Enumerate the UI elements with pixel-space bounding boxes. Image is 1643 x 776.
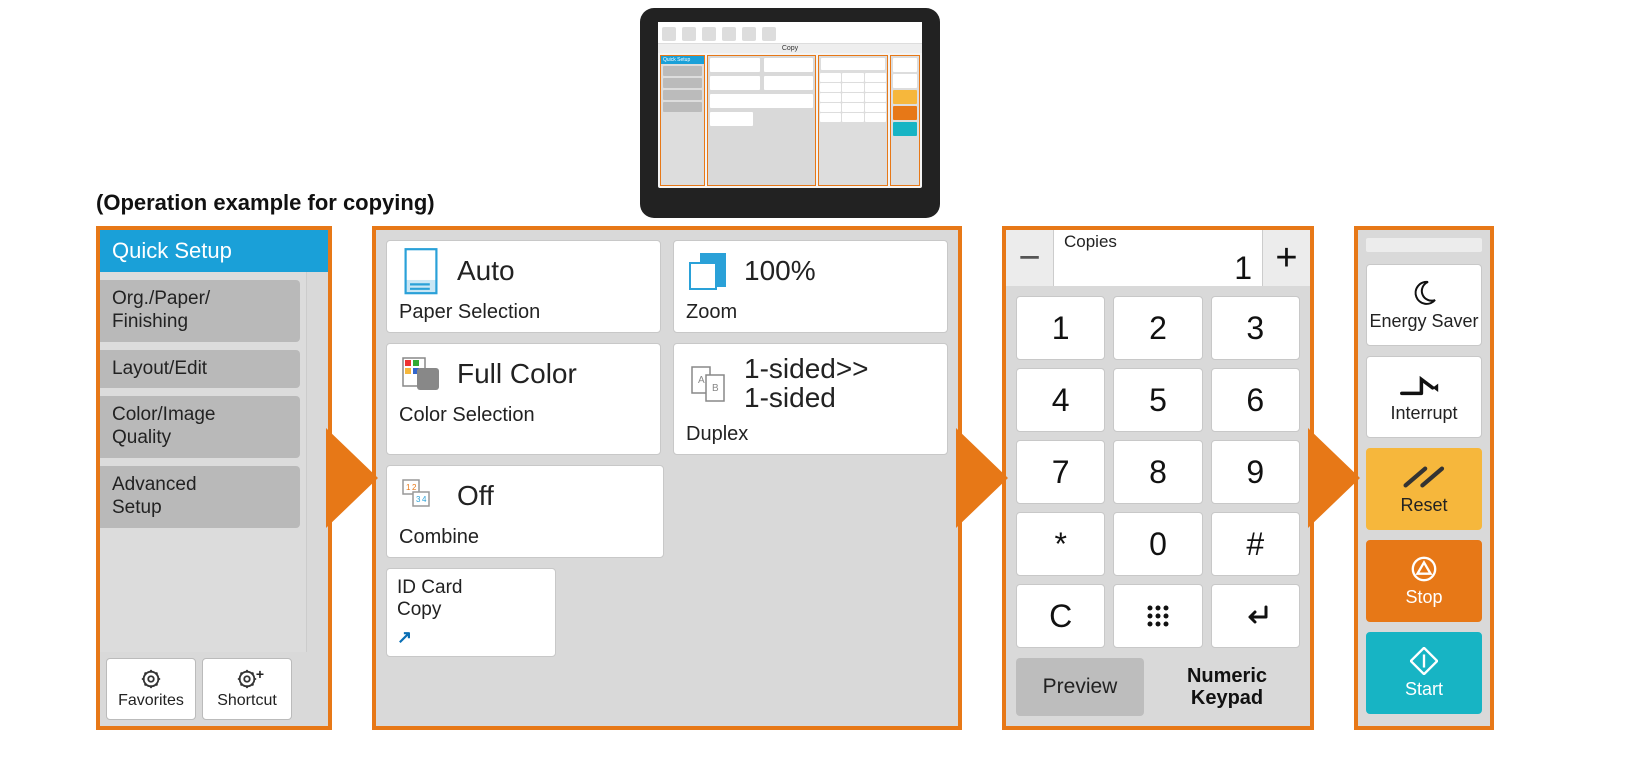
arrow-separator-1: [326, 226, 378, 730]
svg-text:B: B: [712, 383, 719, 394]
key-clear[interactable]: C: [1016, 584, 1105, 648]
tablet-screen: Copy Quick Setup: [658, 22, 922, 188]
tile-paper-selection[interactable]: Auto Paper Selection: [386, 240, 661, 333]
plus-icon: +: [256, 666, 264, 682]
copies-plus-button[interactable]: +: [1262, 230, 1310, 286]
reset-label: Reset: [1400, 495, 1447, 516]
key-star[interactable]: *: [1016, 512, 1105, 576]
zoom-icon: [686, 251, 730, 291]
keypad-panel: − Copies 1 + 1 2 3 4 5 6 7 8 9 * 0 # C: [1002, 226, 1314, 730]
copies-minus-button[interactable]: −: [1006, 230, 1054, 286]
duplex-value: 1-sided>> 1-sided: [744, 354, 869, 413]
key-6[interactable]: 6: [1211, 368, 1300, 432]
interrupt-button[interactable]: Interrupt: [1366, 356, 1482, 438]
tile-idcard-copy[interactable]: ID Card Copy ↗: [386, 568, 556, 657]
numeric-keypad-label: Numeric Keypad: [1154, 658, 1300, 716]
numeric-keypad: 1 2 3 4 5 6 7 8 9 * 0 # C: [1006, 286, 1310, 658]
copies-value: 1: [1064, 252, 1252, 284]
interrupt-label: Interrupt: [1390, 403, 1457, 424]
reset-button[interactable]: Reset: [1366, 448, 1482, 530]
zoom-label: Zoom: [686, 301, 935, 324]
tile-duplex[interactable]: AB 1-sided>> 1-sided Duplex: [673, 343, 948, 455]
arrow-separator-2: [956, 226, 1008, 730]
svg-text:A: A: [698, 375, 705, 386]
start-button[interactable]: Start: [1366, 632, 1482, 714]
idcard-label: ID Card Copy: [397, 577, 545, 621]
tile-zoom[interactable]: 100% Zoom: [673, 240, 948, 333]
svg-text:4: 4: [422, 495, 427, 504]
sidebar-tab-org-paper[interactable]: Org./Paper/ Finishing: [100, 280, 300, 342]
start-label: Start: [1405, 679, 1443, 700]
stop-button[interactable]: Stop: [1366, 540, 1482, 622]
panels-row: Quick Setup Org./Paper/ Finishing Layout…: [96, 226, 1494, 730]
tablet-thumbnail: Copy Quick Setup: [640, 8, 940, 218]
paper-icon: [399, 251, 443, 291]
stop-icon: [1410, 555, 1438, 583]
tablet-title: Copy: [658, 44, 922, 53]
duplex-icon: AB: [686, 363, 730, 403]
sidebar-tab-advanced[interactable]: Advanced Setup: [100, 466, 300, 528]
combine-icon: 12 34: [399, 476, 443, 516]
gear-icon: [140, 668, 162, 690]
key-9[interactable]: 9: [1211, 440, 1300, 504]
copies-display: Copies 1: [1054, 230, 1262, 286]
key-hash[interactable]: #: [1211, 512, 1300, 576]
key-1[interactable]: 1: [1016, 296, 1105, 360]
panel-top-sliver: [1366, 238, 1482, 252]
energy-saver-button[interactable]: Energy Saver: [1366, 264, 1482, 346]
options-panel: Auto Paper Selection 100% Zoom: [372, 226, 962, 730]
shortcut-label: Shortcut: [217, 692, 277, 710]
color-icon: [399, 354, 443, 394]
gear-plus-icon: +: [236, 668, 258, 690]
copies-label: Copies: [1064, 232, 1252, 252]
key-8[interactable]: 8: [1113, 440, 1202, 504]
actions-panel: Energy Saver Interrupt Reset Stop Start: [1354, 226, 1494, 730]
tile-combine[interactable]: 12 34 Off Combine: [386, 465, 664, 558]
preview-button[interactable]: Preview: [1016, 658, 1144, 716]
key-enter-icon[interactable]: [1211, 584, 1300, 648]
svg-text:3: 3: [416, 495, 421, 504]
key-4[interactable]: 4: [1016, 368, 1105, 432]
key-7[interactable]: 7: [1016, 440, 1105, 504]
key-0[interactable]: 0: [1113, 512, 1202, 576]
favorites-button[interactable]: Favorites: [106, 658, 196, 720]
quick-setup-header[interactable]: Quick Setup: [100, 230, 328, 272]
zoom-value: 100%: [744, 256, 816, 285]
shortcut-button[interactable]: + Shortcut: [202, 658, 292, 720]
combine-label: Combine: [399, 526, 651, 549]
sidebar-right-sliver: [306, 272, 328, 652]
color-value: Full Color: [457, 359, 577, 388]
key-5[interactable]: 5: [1113, 368, 1202, 432]
tile-color-selection[interactable]: Full Color Color Selection: [386, 343, 661, 455]
svg-text:2: 2: [412, 483, 417, 492]
svg-text:1: 1: [406, 483, 411, 492]
stop-label: Stop: [1405, 587, 1442, 608]
arrow-separator-3: [1308, 226, 1360, 730]
paper-label: Paper Selection: [399, 301, 648, 324]
favorites-label: Favorites: [118, 692, 184, 710]
energy-saver-label: Energy Saver: [1369, 311, 1478, 332]
key-3[interactable]: 3: [1211, 296, 1300, 360]
moon-icon: [1410, 279, 1438, 307]
key-grid-icon[interactable]: [1113, 584, 1202, 648]
start-icon: [1410, 647, 1438, 675]
key-2[interactable]: 2: [1113, 296, 1202, 360]
sidebar-panel: Quick Setup Org./Paper/ Finishing Layout…: [96, 226, 332, 730]
duplex-label: Duplex: [686, 423, 935, 446]
paper-value: Auto: [457, 256, 515, 285]
link-arrow-icon: ↗: [397, 627, 545, 648]
reset-icon: [1400, 463, 1448, 491]
interrupt-icon: [1399, 371, 1449, 399]
combine-value: Off: [457, 481, 494, 510]
sidebar-tab-color-image[interactable]: Color/Image Quality: [100, 396, 300, 458]
sidebar-tab-layout-edit[interactable]: Layout/Edit: [100, 350, 300, 389]
color-label: Color Selection: [399, 404, 648, 427]
caption: (Operation example for copying): [96, 190, 435, 216]
